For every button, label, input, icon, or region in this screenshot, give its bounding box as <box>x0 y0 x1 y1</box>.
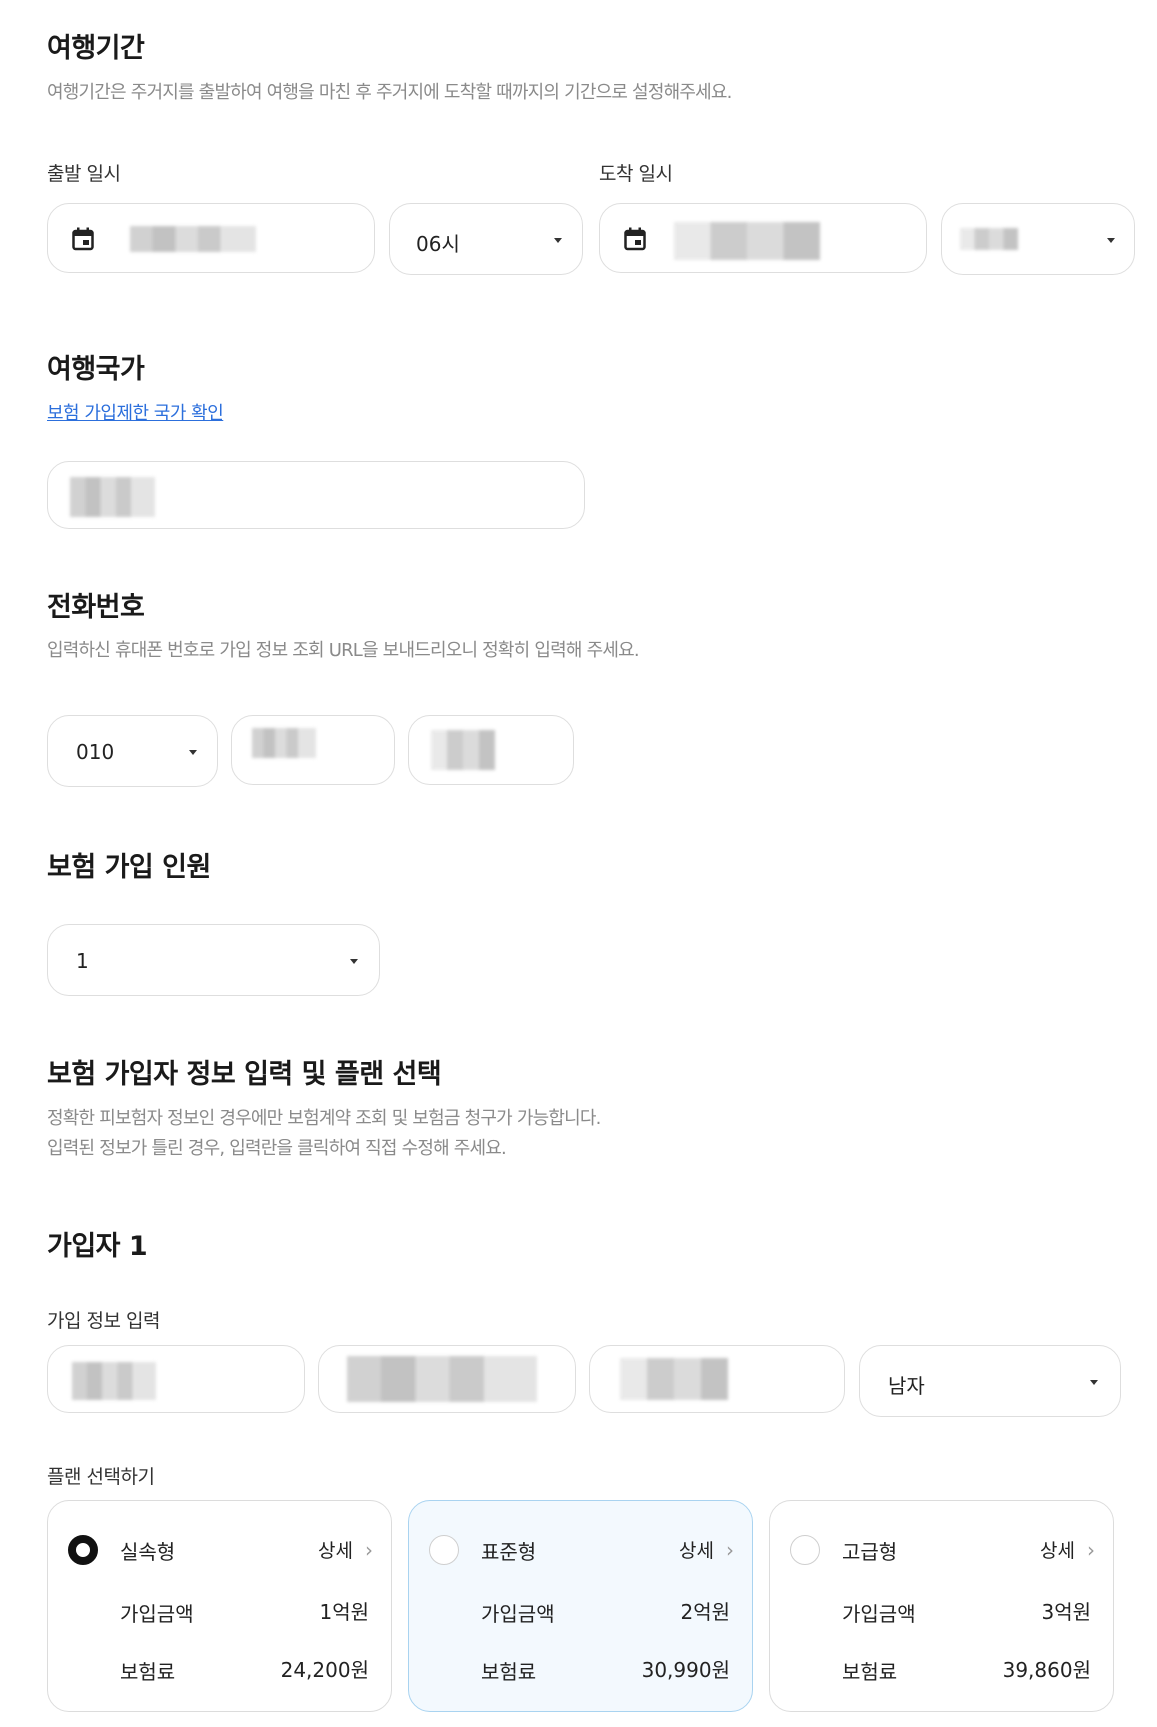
phone-middle-input[interactable] <box>231 715 395 785</box>
plan-amount-value: 1억원 <box>319 1600 369 1624</box>
arrival-hour-value-redacted <box>960 228 1018 250</box>
phone-title: 전화번호 <box>47 592 145 623</box>
chevron-right-icon[interactable]: › <box>1087 1538 1095 1562</box>
departure-label: 출발 일시 <box>47 163 121 185</box>
plan-select-label: 플랜 선택하기 <box>47 1466 155 1488</box>
phone-last-input[interactable] <box>408 715 574 785</box>
member1-info-label: 가입 정보 입력 <box>47 1310 160 1332</box>
travel-period-description: 여행기간은 주거지를 출발하여 여행을 마친 후 주거지에 도착할 때까지의 기… <box>47 82 732 103</box>
member1-title: 가입자 1 <box>47 1231 148 1262</box>
plan-premium-label: 보험료 <box>481 1660 537 1684</box>
member1-name-input[interactable] <box>47 1345 305 1413</box>
restricted-countries-link[interactable]: 보험 가입제한 국가 확인 <box>47 399 224 425</box>
caret-down-icon <box>1107 238 1115 243</box>
calendar-icon <box>624 227 646 251</box>
phone-description: 입력하신 휴대폰 번호로 가입 정보 조회 URL을 보내드리오니 정확히 입력… <box>47 640 640 661</box>
chevron-right-icon[interactable]: › <box>365 1538 373 1562</box>
departure-date-input[interactable] <box>47 203 375 273</box>
insured-count-title: 보험 가입 인원 <box>47 852 211 883</box>
radio-icon[interactable] <box>790 1535 820 1565</box>
phone-middle-value-redacted <box>252 728 316 758</box>
plan-premium-value: 30,990원 <box>641 1658 730 1682</box>
travel-country-value-redacted <box>70 477 155 517</box>
plan-amount-label: 가입금액 <box>120 1602 194 1626</box>
member1-gender-value: 남자 <box>888 1374 925 1398</box>
phone-prefix-value: 010 <box>76 740 115 764</box>
caret-down-icon <box>350 959 358 964</box>
plan-premium-label: 보험료 <box>842 1660 898 1684</box>
departure-hour-select[interactable]: 06시 <box>389 203 583 275</box>
plan-premium-label: 보험료 <box>120 1660 176 1684</box>
radio-icon[interactable] <box>68 1535 98 1565</box>
plan-name: 고급형 <box>842 1540 898 1564</box>
plan-card-basic[interactable]: 실속형 상세 › 가입금액 1억원 보험료 24,200원 <box>47 1500 392 1712</box>
travel-country-input[interactable] <box>47 461 585 529</box>
caret-down-icon <box>189 750 197 755</box>
plan-name: 표준형 <box>481 1540 537 1564</box>
plan-premium-value: 39,860원 <box>1002 1658 1091 1682</box>
insured-count-select[interactable]: 1 <box>47 924 380 996</box>
arrival-hour-select[interactable] <box>941 203 1135 275</box>
plan-detail-link[interactable]: 상세 <box>679 1536 714 1563</box>
phone-last-value-redacted <box>431 730 495 770</box>
chevron-right-icon[interactable]: › <box>726 1538 734 1562</box>
plan-amount-label: 가입금액 <box>481 1602 555 1626</box>
phone-prefix-select[interactable]: 010 <box>47 715 218 787</box>
member1-id-value-redacted <box>620 1358 728 1400</box>
insured-info-description-line2: 입력된 정보가 틀린 경우, 입력란을 클릭하여 직접 수정해 주세요. <box>47 1138 507 1159</box>
plan-detail-link[interactable]: 상세 <box>1040 1536 1075 1563</box>
calendar-icon <box>72 227 94 251</box>
departure-hour-value: 06시 <box>416 232 460 256</box>
plan-amount-value: 2억원 <box>680 1600 730 1624</box>
plan-amount-value: 3억원 <box>1041 1600 1091 1624</box>
arrival-label: 도착 일시 <box>599 163 673 185</box>
member1-name-value-redacted <box>72 1362 156 1400</box>
plan-card-premium[interactable]: 고급형 상세 › 가입금액 3억원 보험료 39,860원 <box>769 1500 1114 1712</box>
caret-down-icon <box>554 238 562 243</box>
arrival-date-input[interactable] <box>599 203 927 273</box>
caret-down-icon <box>1090 1380 1098 1385</box>
departure-date-value-redacted <box>130 226 256 252</box>
member1-birth-value-redacted <box>347 1356 537 1402</box>
member1-id-input[interactable] <box>589 1345 845 1413</box>
plan-detail-link[interactable]: 상세 <box>318 1536 353 1563</box>
radio-icon[interactable] <box>429 1535 459 1565</box>
arrival-date-value-redacted <box>674 222 820 260</box>
plan-amount-label: 가입금액 <box>842 1602 916 1626</box>
plan-card-standard[interactable]: 표준형 상세 › 가입금액 2억원 보험료 30,990원 <box>408 1500 753 1712</box>
member1-gender-select[interactable]: 남자 <box>859 1345 1121 1417</box>
insured-info-description-line1: 정확한 피보험자 정보인 경우에만 보험계약 조회 및 보험금 청구가 가능합니… <box>47 1108 601 1129</box>
insured-count-value: 1 <box>76 949 89 973</box>
travel-period-title: 여행기간 <box>47 33 145 64</box>
plan-name: 실속형 <box>120 1540 176 1564</box>
travel-country-title: 여행국가 <box>47 354 145 385</box>
plan-premium-value: 24,200원 <box>280 1658 369 1682</box>
insured-info-title: 보험 가입자 정보 입력 및 플랜 선택 <box>47 1059 442 1090</box>
member1-birth-input[interactable] <box>318 1345 576 1413</box>
